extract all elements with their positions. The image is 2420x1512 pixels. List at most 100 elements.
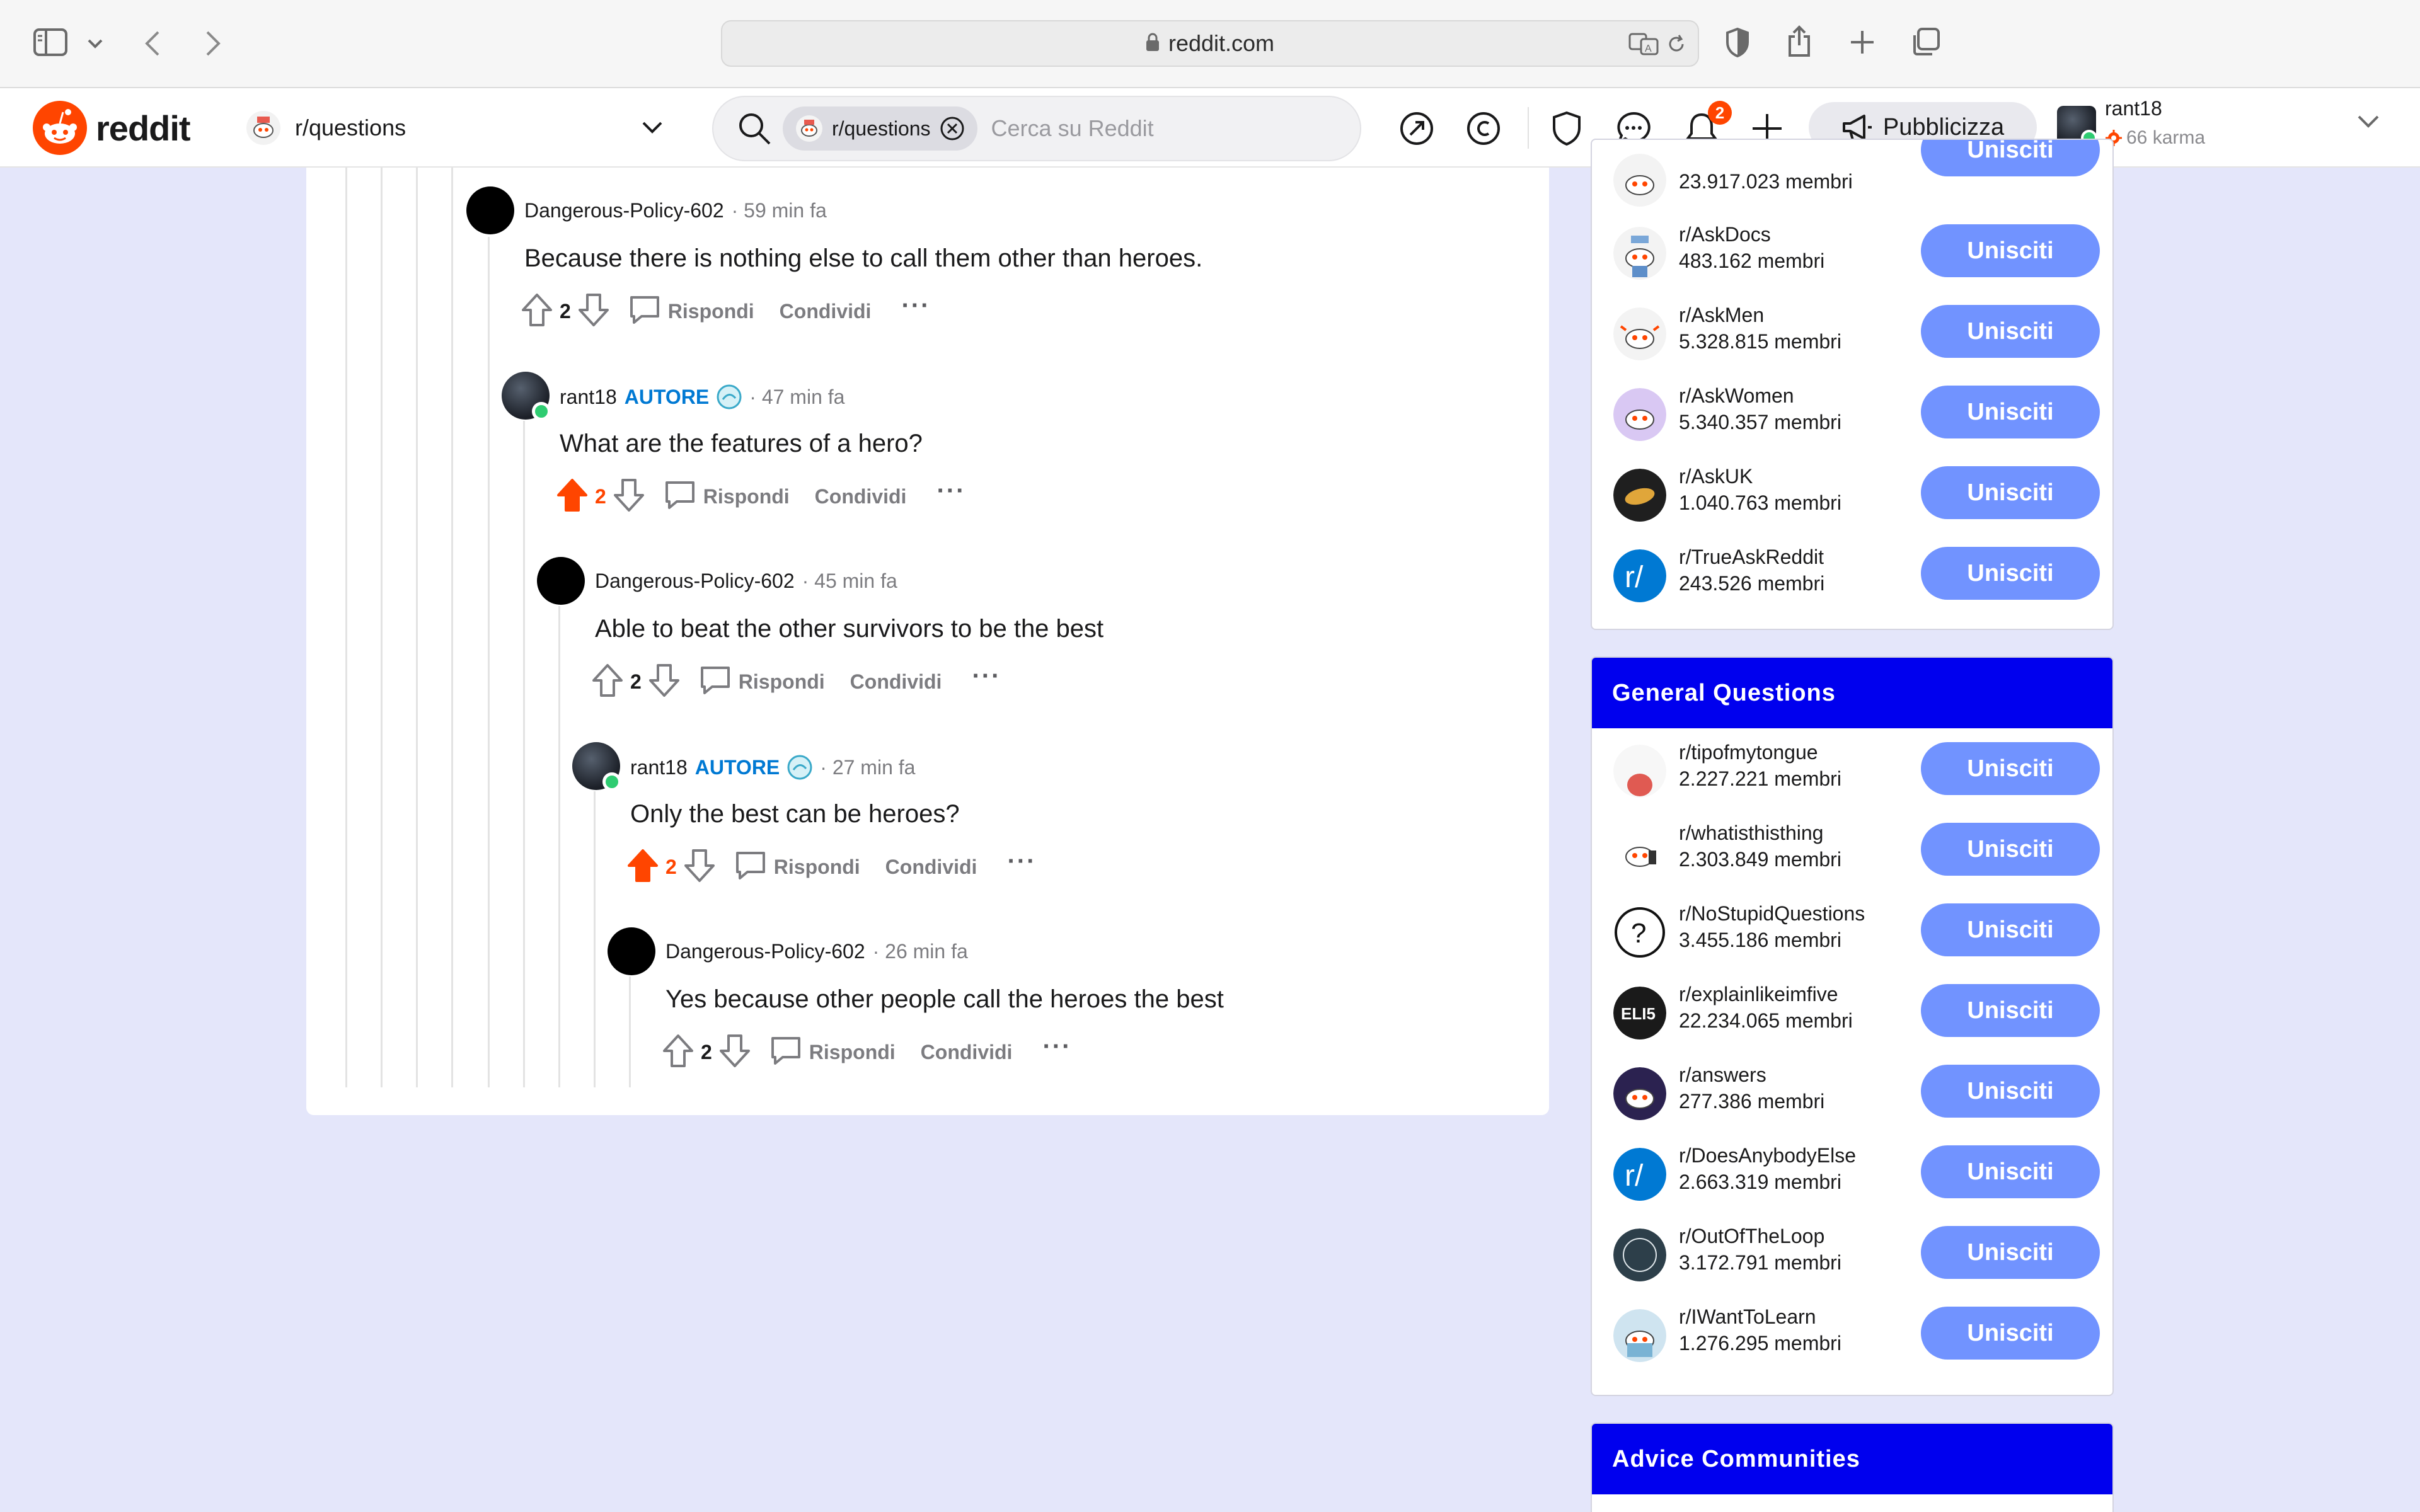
comment-author[interactable]: Dangerous-Policy-602 [595, 570, 795, 593]
comment-author[interactable]: Dangerous-Policy-602 [524, 199, 724, 222]
reload-icon[interactable] [1666, 34, 1686, 57]
share-button[interactable]: Condividi [850, 670, 942, 694]
join-button[interactable]: Unisciti [1921, 823, 2100, 876]
reply-button[interactable]: Rispondi [769, 1034, 896, 1070]
community-name[interactable]: r/OutOfTheLoop [1679, 1225, 1824, 1248]
community-name[interactable]: r/DoesAnybodyElse [1679, 1144, 1856, 1167]
user-name[interactable]: rant18 [2105, 97, 2162, 120]
join-button[interactable]: Unisciti [1921, 1065, 2100, 1118]
upvote-icon[interactable] [521, 292, 553, 331]
join-button[interactable]: Unisciti [1921, 1145, 2100, 1198]
thread-line[interactable] [629, 976, 631, 1087]
join-button[interactable]: Unisciti [1921, 1226, 2100, 1279]
outoftheloop-icon[interactable] [1613, 1228, 1666, 1281]
tongue-icon[interactable] [1613, 745, 1666, 798]
community-name[interactable]: r/IWantToLearn [1679, 1305, 1816, 1329]
thread-line[interactable] [345, 168, 347, 1087]
chevron-down-icon[interactable] [86, 34, 105, 53]
join-button[interactable]: Unisciti [1921, 547, 2100, 600]
join-button[interactable]: Unisciti [1921, 386, 2100, 438]
learn-icon[interactable] [1613, 1309, 1666, 1362]
question-mark-icon[interactable]: ? [1613, 906, 1666, 959]
sidebar-toggle-icon[interactable] [33, 28, 68, 57]
community-name[interactable]: r/AskUK [1679, 465, 1753, 488]
thread-line[interactable] [416, 168, 418, 1087]
search-input[interactable]: r/questions Cerca su Reddit [712, 96, 1361, 161]
reply-button[interactable]: Rispondi [663, 479, 790, 515]
join-button[interactable]: Unisciti [1921, 984, 2100, 1037]
share-button[interactable]: Condividi [780, 300, 872, 323]
community-name[interactable]: r/TrueAskReddit [1679, 546, 1824, 569]
reply-button[interactable]: Rispondi [628, 294, 754, 329]
more-options-icon[interactable]: ··· [936, 477, 965, 505]
forward-arrow-icon[interactable] [200, 28, 226, 59]
answers-icon[interactable] [1613, 1067, 1666, 1120]
community-name[interactable]: r/tipofmytongue [1679, 741, 1818, 764]
address-bar[interactable]: reddit.com A [721, 20, 1699, 67]
share-button[interactable]: Condividi [921, 1041, 1013, 1064]
reddit-logo[interactable]: reddit [33, 101, 191, 155]
back-arrow-icon[interactable] [140, 28, 165, 59]
join-button[interactable]: Unisciti [1921, 1307, 2100, 1360]
share-button[interactable]: Condividi [885, 856, 977, 879]
community-name[interactable]: r/AskWomen [1679, 384, 1794, 408]
popular-icon[interactable] [1399, 111, 1434, 146]
avatar[interactable] [608, 927, 655, 975]
thread-line[interactable] [381, 168, 383, 1087]
chevron-down-icon[interactable] [2357, 115, 2380, 130]
join-button[interactable]: Unisciti [1921, 140, 2100, 176]
thread-line[interactable] [558, 606, 560, 1087]
thread-line[interactable] [594, 791, 596, 1087]
askwomen-icon[interactable] [1613, 388, 1666, 441]
upvote-icon[interactable] [556, 478, 589, 516]
more-options-icon[interactable]: ··· [972, 662, 1001, 690]
share-icon[interactable] [1783, 24, 1815, 59]
thread-line[interactable] [523, 421, 525, 1087]
upvote-icon[interactable] [591, 663, 624, 701]
downvote-icon[interactable] [683, 848, 716, 886]
mod-shield-icon[interactable] [1549, 111, 1584, 146]
askdocs-icon[interactable] [1613, 227, 1666, 280]
join-button[interactable]: Unisciti [1921, 466, 2100, 519]
askmen-icon[interactable] [1613, 307, 1666, 360]
comment-author[interactable]: rant18 [630, 756, 688, 779]
r-slash-icon[interactable]: r/ [1613, 1148, 1666, 1201]
more-options-icon[interactable]: ··· [901, 292, 930, 320]
community-name[interactable]: r/whatisthisthing [1679, 822, 1823, 845]
translate-icon[interactable]: A [1628, 33, 1660, 59]
thread-line[interactable] [488, 237, 490, 1087]
community-name[interactable]: r/explainlikeimfive [1679, 983, 1838, 1006]
tab-overview-icon[interactable] [1910, 26, 1941, 58]
join-button[interactable]: Unisciti [1921, 742, 2100, 795]
new-tab-plus-icon[interactable] [1848, 28, 1877, 57]
thread-line[interactable] [451, 168, 453, 1087]
comment-author[interactable]: Dangerous-Policy-602 [666, 940, 865, 963]
coins-icon[interactable] [1466, 111, 1501, 146]
join-button[interactable]: Unisciti [1921, 224, 2100, 277]
downvote-icon[interactable] [718, 1033, 751, 1072]
r-slash-icon[interactable]: r/ [1613, 549, 1666, 602]
snoo-icon[interactable] [1613, 825, 1666, 878]
downvote-icon[interactable] [613, 478, 645, 516]
more-options-icon[interactable]: ··· [1007, 847, 1036, 876]
downvote-icon[interactable] [648, 663, 681, 701]
share-button[interactable]: Condividi [815, 485, 907, 508]
community-name[interactable]: r/answers [1679, 1063, 1766, 1087]
avatar[interactable] [466, 186, 514, 234]
community-name[interactable]: r/AskDocs [1679, 223, 1771, 246]
close-icon[interactable] [940, 116, 965, 141]
community-name[interactable]: r/NoStupidQuestions [1679, 902, 1865, 925]
upvote-icon[interactable] [626, 848, 659, 886]
more-options-icon[interactable]: ··· [1042, 1033, 1071, 1061]
reply-button[interactable]: Rispondi [734, 849, 860, 885]
community-name[interactable]: r/AskMen [1679, 304, 1764, 327]
community-switcher[interactable]: r/questions [246, 106, 668, 150]
downvote-icon[interactable] [577, 292, 610, 331]
eli5-icon[interactable]: ELI5 [1613, 987, 1666, 1040]
comment-author[interactable]: rant18 [560, 386, 617, 409]
avatar[interactable] [537, 557, 585, 605]
upvote-icon[interactable] [662, 1033, 694, 1072]
join-button[interactable]: Unisciti [1921, 903, 2100, 956]
search-community-chip[interactable]: r/questions [783, 106, 977, 151]
join-button[interactable]: Unisciti [1921, 305, 2100, 358]
